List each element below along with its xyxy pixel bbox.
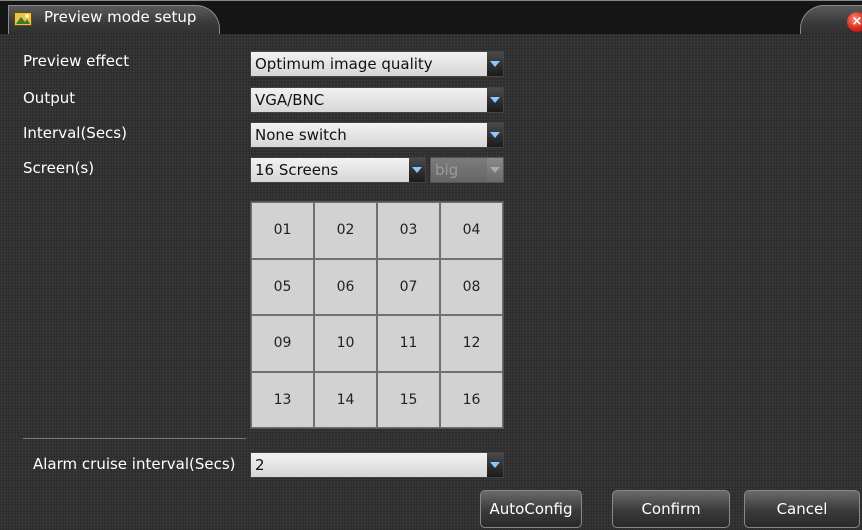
screen-size-select: big	[430, 157, 504, 183]
screens-select[interactable]: 16 Screens	[250, 157, 426, 183]
interval-label: Interval(Secs)	[23, 124, 127, 142]
screen-cell[interactable]: 03	[377, 202, 440, 259]
output-select[interactable]: VGA/BNC	[250, 87, 504, 113]
autoconfig-button[interactable]: AutoConfig	[480, 490, 582, 528]
screen-cell[interactable]: 09	[251, 315, 314, 372]
chevron-down-icon	[487, 158, 503, 182]
screen-cell[interactable]: 12	[440, 315, 503, 372]
alarm-cruise-label: Alarm cruise interval(Secs)	[33, 455, 236, 473]
screen-cell[interactable]: 16	[440, 371, 503, 428]
screen-cell[interactable]: 13	[251, 371, 314, 428]
screen-cell[interactable]: 14	[314, 371, 377, 428]
screen-cell[interactable]: 06	[314, 258, 377, 315]
alarm-cruise-select[interactable]: 2	[250, 452, 504, 478]
screen-cell[interactable]: 15	[377, 371, 440, 428]
chevron-down-icon[interactable]	[487, 88, 503, 112]
chevron-down-icon[interactable]	[487, 52, 503, 76]
settings-image-icon	[14, 12, 32, 26]
confirm-button[interactable]: Confirm	[612, 490, 730, 528]
screens-label: Screen(s)	[23, 159, 95, 177]
preview-effect-select[interactable]: Optimum image quality	[250, 51, 504, 77]
preview-effect-label: Preview effect	[23, 52, 130, 70]
screens-value: 16 Screens	[255, 161, 339, 179]
chevron-down-icon[interactable]	[487, 123, 503, 147]
title-bar: Preview mode setup ×	[0, 1, 862, 34]
screen-channel-grid: 01 02 03 04 05 06 07 08 09 10 11 12 13 1…	[250, 201, 504, 429]
dialog-title: Preview mode setup	[44, 8, 197, 26]
output-value: VGA/BNC	[255, 91, 325, 109]
screen-cell[interactable]: 07	[377, 258, 440, 315]
chevron-down-icon[interactable]	[487, 453, 503, 477]
alarm-cruise-value: 2	[255, 456, 265, 474]
screen-cell[interactable]: 08	[440, 258, 503, 315]
interval-select[interactable]: None switch	[250, 122, 504, 148]
screen-cell[interactable]: 04	[440, 202, 503, 259]
close-icon[interactable]: ×	[847, 12, 862, 32]
chevron-down-icon[interactable]	[409, 158, 425, 182]
interval-value: None switch	[255, 126, 347, 144]
screen-size-value: big	[435, 161, 459, 179]
cancel-button[interactable]: Cancel	[744, 490, 860, 528]
preview-effect-value: Optimum image quality	[255, 55, 433, 73]
screen-cell[interactable]: 10	[314, 315, 377, 372]
output-label: Output	[23, 89, 76, 107]
screen-cell[interactable]: 05	[251, 258, 314, 315]
screen-cell[interactable]: 02	[314, 202, 377, 259]
screen-cell[interactable]: 01	[251, 202, 314, 259]
divider	[23, 438, 246, 439]
screen-cell[interactable]: 11	[377, 315, 440, 372]
preview-mode-setup-dialog: Preview mode setup × Preview effect Opti…	[0, 0, 862, 530]
